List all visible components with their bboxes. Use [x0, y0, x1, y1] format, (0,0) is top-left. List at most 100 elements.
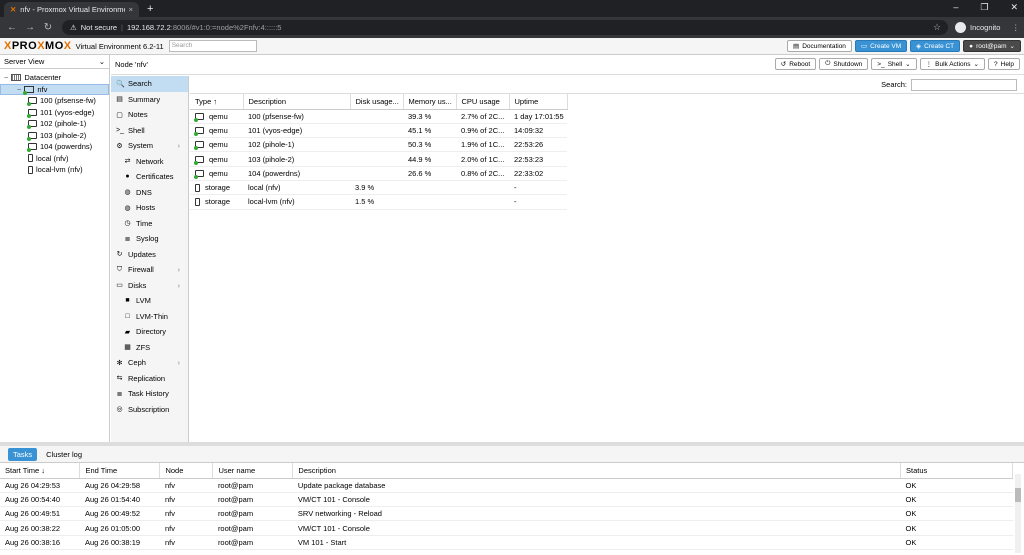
browser-tab[interactable]: ✕ nfv - Proxmox Virtual Environment × — [4, 2, 139, 17]
resource-row[interactable]: storage local (nfv) 3.9 % - — [190, 180, 567, 196]
global-search-input[interactable]: Search — [168, 40, 257, 52]
menu-item-search[interactable]: 🔍 Search — [111, 76, 188, 92]
tree-item-storage[interactable]: local (nfv) — [0, 153, 109, 165]
tab-cluster-log[interactable]: Cluster log — [41, 448, 87, 461]
task-column-header[interactable]: User name — [212, 463, 294, 479]
task-row[interactable]: Aug 26 00:38:22 Aug 26 01:05:00 nfv root@pa… — [0, 520, 1013, 536]
collapse-icon[interactable]: − — [4, 73, 8, 82]
forward-icon[interactable]: → — [24, 22, 36, 33]
restore-icon[interactable]: ❐ — [980, 2, 988, 13]
bookmark-star-icon[interactable]: ☆ — [933, 22, 941, 33]
search-panel: Search: Type ↑ Description Disk usage... Me… — [190, 76, 1024, 442]
collapse-icon[interactable]: − — [17, 85, 21, 94]
close-window-icon[interactable]: ✕ — [1010, 2, 1018, 13]
menu-item-time[interactable]: ◷ Time — [111, 216, 188, 232]
task-cell: nfv — [159, 492, 213, 508]
resource-row[interactable]: qemu 104 (powerdns) 26.6 % 0.8% of 2C... 22:… — [190, 166, 567, 181]
menu-item-replication[interactable]: ⇆ Replication — [111, 371, 188, 387]
task-column-header[interactable]: Start Time ↓ — [0, 463, 81, 479]
task-scrollbar[interactable] — [1015, 474, 1021, 553]
task-cell: nfv — [159, 506, 213, 522]
menu-item-subscription[interactable]: ◎ Subscription — [111, 402, 188, 418]
tree-item-vm[interactable]: 101 (vyos-edge) — [0, 107, 109, 119]
column-header[interactable]: Type ↑ — [190, 94, 244, 110]
menu-item-ceph[interactable]: ✻ Ceph › — [111, 355, 188, 371]
column-header[interactable]: Uptime — [509, 94, 568, 110]
incognito-profile[interactable]: Incognito — [955, 22, 1000, 33]
task-cell: Aug 26 00:49:51 — [0, 506, 80, 522]
create-vm-button[interactable]: ▭ Create VM — [854, 40, 908, 52]
task-row[interactable]: Aug 26 00:54:40 Aug 26 01:54:40 nfv root@pa… — [0, 492, 1013, 508]
menu-item-syslog[interactable]: ≣ Syslog — [111, 231, 188, 247]
menu-item-hosts[interactable]: ◍ Hosts — [111, 200, 188, 216]
menu-item-lvm-thin[interactable]: □ LVM-Thin — [111, 309, 188, 325]
documentation-button[interactable]: ▤ Documentation — [787, 40, 852, 52]
menu-item-system[interactable]: ⚙ System › — [111, 138, 188, 154]
resource-row[interactable]: qemu 100 (pfsense-fw) 39.3 % 2.7% of 2C... 1… — [190, 109, 567, 124]
resource-row[interactable]: qemu 101 (vyos-edge) 45.1 % 0.9% of 2C... 14… — [190, 123, 567, 139]
reboot-button[interactable]: ↺ Reboot — [774, 58, 817, 70]
tree-item-vm[interactable]: 104 (powerdns) — [0, 141, 109, 153]
menu-item-updates[interactable]: ↻ Updates — [111, 247, 188, 263]
shutdown-button[interactable]: ⏻ Shutdown — [819, 58, 869, 70]
menu-item-disks[interactable]: ▭ Disks › — [111, 278, 188, 294]
tree-item-storage[interactable]: local-lvm (nfv) — [0, 164, 109, 176]
browser-menu-icon[interactable]: ⋮ — [1012, 23, 1020, 32]
resource-cell-desc: local (nfv) — [243, 180, 350, 196]
task-column-header[interactable]: Description — [292, 463, 902, 479]
bulk-actions-button[interactable]: ⋮ Bulk Actions ⌄ — [919, 58, 985, 70]
menu-item-zfs[interactable]: ▦ ZFS — [111, 340, 188, 356]
resource-row[interactable]: qemu 103 (pihole-2) 44.9 % 2.0% of 1C... 22:… — [190, 151, 567, 167]
task-column-header[interactable]: Node — [159, 463, 214, 479]
menu-item-notes[interactable]: ▢ Notes — [111, 107, 188, 123]
type-label: storage — [205, 197, 231, 207]
chevron-right-icon[interactable]: › — [178, 358, 181, 367]
tree-item-node[interactable]: − nfv — [0, 83, 109, 95]
menu-item-shell[interactable]: >_ Shell — [111, 123, 188, 139]
column-header[interactable]: Description — [243, 94, 351, 110]
tree-item-vm[interactable]: 100 (pfsense-fw) — [0, 95, 109, 107]
create-ct-label: Create CT — [924, 42, 955, 50]
task-column-header[interactable]: Status — [900, 463, 1013, 479]
scrollbar-thumb[interactable] — [1015, 488, 1021, 502]
menu-item-network[interactable]: ⇄ Network — [111, 154, 188, 170]
task-row[interactable]: Aug 26 00:49:51 Aug 26 00:49:52 nfv root@pa… — [0, 506, 1013, 522]
close-tab-icon[interactable]: × — [129, 5, 133, 14]
tab-tasks[interactable]: Tasks — [8, 447, 38, 461]
menu-item-firewall[interactable]: ⛉ Firewall › — [111, 262, 188, 278]
view-selector[interactable]: Server View ⌄ — [0, 55, 109, 69]
help-button[interactable]: ? Help — [988, 58, 1020, 70]
task-cell: root@pam — [212, 478, 293, 493]
resource-row[interactable]: storage local-lvm (nfv) 1.5 % - — [190, 194, 567, 210]
menu-item-lvm[interactable]: ■ LVM — [111, 293, 188, 309]
address-bar[interactable]: ⚠ Not secure | 192.168.72.2:8006/#v1:0:=… — [62, 20, 948, 35]
menu-item-summary[interactable]: ▤ Summary — [111, 92, 188, 108]
task-row[interactable]: Aug 26 04:29:53 Aug 26 04:29:58 nfv root@pa… — [0, 478, 1013, 493]
menu-item-directory[interactable]: ▰ Directory — [111, 324, 188, 340]
user-menu-button[interactable]: ● root@pam ⌄ — [963, 40, 1021, 52]
minimize-icon[interactable]: – — [953, 2, 958, 13]
task-row[interactable]: Aug 26 00:38:16 Aug 26 00:38:19 nfv root@pa… — [0, 535, 1013, 550]
chevron-right-icon[interactable]: › — [178, 265, 181, 274]
back-icon[interactable]: ← — [6, 22, 18, 33]
logo-x-mid: X — [37, 40, 46, 52]
menu-item-certificates[interactable]: ● Certificates — [111, 169, 188, 185]
resource-search-input[interactable] — [911, 78, 1017, 91]
reload-icon[interactable]: ↻ — [42, 22, 54, 33]
incognito-icon — [955, 22, 966, 33]
menu-item-dns[interactable]: ◍ DNS — [111, 185, 188, 201]
shell-button[interactable]: >_ Shell ⌄ — [871, 58, 917, 70]
menu-item-task-history[interactable]: ≣ Task History — [111, 386, 188, 402]
tree-item-datacenter[interactable]: − Datacenter — [0, 72, 109, 84]
column-header[interactable]: Memory us... — [403, 94, 457, 110]
new-tab-icon[interactable]: + — [147, 3, 153, 15]
create-ct-button[interactable]: ◈ Create CT — [910, 40, 961, 52]
column-header[interactable]: CPU usage — [456, 94, 510, 110]
chevron-right-icon[interactable]: › — [178, 141, 181, 150]
chevron-right-icon[interactable]: › — [178, 281, 181, 290]
column-header[interactable]: Disk usage... — [350, 94, 404, 110]
tree-item-vm[interactable]: 102 (pihole-1) — [0, 118, 109, 130]
tree-item-vm[interactable]: 103 (pihole-2) — [0, 130, 109, 142]
resource-row[interactable]: qemu 102 (pihole-1) 50.3 % 1.9% of 1C... 22:… — [190, 137, 567, 153]
task-column-header[interactable]: End Time — [79, 463, 161, 479]
